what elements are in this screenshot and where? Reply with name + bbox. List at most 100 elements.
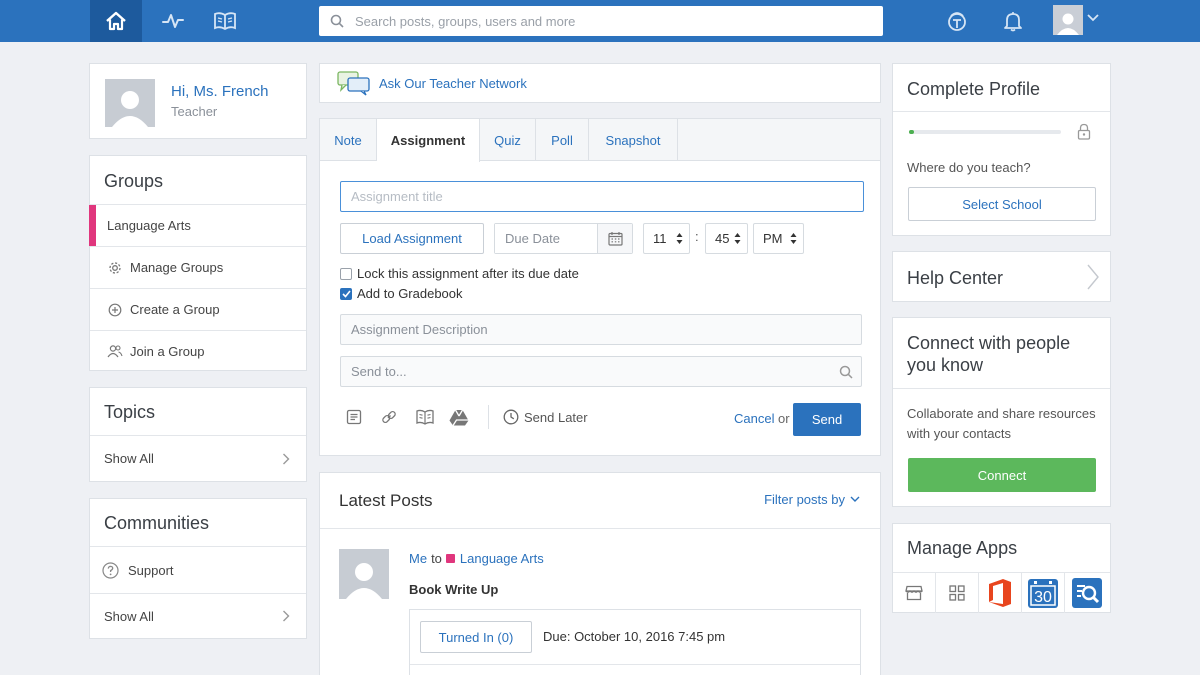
user-avatar-button[interactable] — [1053, 5, 1083, 35]
question-circle-icon — [101, 561, 119, 579]
create-group-label: Create a Group — [130, 302, 220, 317]
post-author-avatar[interactable] — [339, 549, 389, 599]
assignment-description-input[interactable] — [340, 314, 862, 345]
ampm-select[interactable]: PM — [753, 223, 804, 254]
post-author-link[interactable]: Me — [409, 551, 427, 566]
app-store-button[interactable] — [893, 573, 936, 613]
attach-link-button[interactable] — [381, 409, 397, 425]
lock-icon — [1077, 123, 1091, 140]
calendar-app-number: 30 — [1034, 589, 1052, 606]
connect-button[interactable]: Connect — [908, 458, 1096, 492]
notifications-button[interactable] — [988, 0, 1038, 42]
ask-teacher-network[interactable]: Ask Our Teacher Network — [319, 63, 881, 103]
tab-note[interactable]: Note — [320, 119, 377, 161]
or-separator: or — [778, 411, 790, 426]
post-title[interactable]: Book Write Up — [409, 582, 498, 597]
home-icon — [106, 11, 126, 31]
latest-posts-panel: Latest Posts Filter posts by Me to Langu… — [319, 472, 881, 675]
divider — [893, 388, 1110, 389]
lock-after-due-checkbox[interactable]: Lock this assignment after its due date — [340, 266, 579, 281]
search-input[interactable] — [355, 13, 855, 29]
load-assignment-button[interactable]: Load Assignment — [340, 223, 484, 254]
create-group-link[interactable]: Create a Group — [90, 288, 306, 330]
attach-library-button[interactable] — [416, 409, 434, 425]
home-nav-button[interactable] — [90, 0, 142, 42]
help-center-link[interactable]: Help Center — [892, 251, 1111, 302]
profile-avatar[interactable] — [105, 79, 155, 127]
groups-panel: Groups Language Arts Manage Groups Creat… — [89, 155, 307, 371]
send-to-input[interactable] — [341, 364, 821, 379]
latest-posts-title: Latest Posts — [339, 491, 433, 510]
activity-nav-button[interactable] — [148, 0, 198, 42]
add-to-gradebook-checkbox[interactable]: Add to Gradebook — [340, 286, 463, 301]
groups-title: Groups — [104, 171, 164, 191]
minute-select[interactable]: 45 — [705, 223, 748, 254]
link-icon — [382, 410, 396, 424]
send-later-label: Send Later — [524, 409, 588, 425]
communities-show-all[interactable]: Show All — [90, 593, 306, 638]
topics-panel: Topics Show All — [89, 387, 307, 482]
checkbox-checked[interactable] — [340, 287, 352, 300]
join-group-link[interactable]: Join a Group — [90, 330, 306, 371]
attach-drive-button[interactable] — [449, 409, 469, 426]
where-teach-question: Where do you teach? — [907, 160, 1031, 175]
topics-show-all-label: Show All — [104, 451, 154, 466]
tab-assignment[interactable]: Assignment — [377, 119, 480, 162]
due-date-field — [494, 223, 633, 254]
complete-profile-title: Complete Profile — [907, 79, 1041, 99]
manage-groups-link[interactable]: Manage Groups — [90, 246, 306, 288]
communities-panel: Communities Support Show All — [89, 498, 307, 639]
tab-poll[interactable]: Poll — [536, 119, 589, 161]
connect-people-panel: Connect with people you know Collaborate… — [892, 317, 1111, 507]
top-nav-bar — [0, 0, 1200, 42]
topics-show-all[interactable]: Show All — [90, 435, 306, 481]
community-item-label: Support — [128, 562, 174, 578]
community-item-support[interactable]: Support — [90, 546, 306, 593]
tab-quiz[interactable]: Quiz — [480, 119, 536, 161]
search-app-button[interactable] — [1065, 573, 1108, 613]
filter-posts-dropdown[interactable]: Filter posts by — [764, 492, 860, 507]
calendar-picker-button[interactable] — [597, 224, 632, 253]
group-item-language-arts[interactable]: Language Arts — [89, 204, 306, 246]
select-school-button[interactable]: Select School — [908, 187, 1096, 221]
composer-tabs: Note Assignment Quiz Poll Snapshot — [320, 119, 880, 162]
send-button[interactable]: Send — [793, 403, 861, 436]
cancel-link[interactable]: Cancel — [734, 411, 774, 426]
manage-groups-label: Manage Groups — [130, 260, 224, 275]
complete-profile-panel: Complete Profile Where do you teach? Sel… — [892, 63, 1111, 236]
global-search[interactable] — [319, 6, 883, 36]
bell-icon — [1004, 12, 1022, 32]
select-arrows-icon — [734, 233, 741, 244]
send-later-button[interactable]: Send Later — [503, 409, 588, 425]
attach-file-button[interactable] — [346, 409, 362, 425]
ampm-value: PM — [763, 231, 783, 246]
communities-title: Communities — [104, 513, 210, 533]
add-to-gradebook-label: Add to Gradebook — [357, 286, 463, 301]
clock-icon — [503, 409, 519, 425]
minute-value: 45 — [715, 231, 730, 246]
calendar-app-button[interactable]: 30 — [1022, 573, 1065, 613]
manage-apps-title: Manage Apps — [907, 538, 1018, 558]
avatar-placeholder-icon — [346, 563, 382, 599]
app-grid-button[interactable] — [936, 573, 979, 613]
account-menu-toggle[interactable] — [1087, 14, 1099, 22]
chat-bubbles-icon — [337, 71, 370, 96]
communities-show-all-label: Show All — [104, 608, 154, 624]
backpack-button[interactable] — [932, 0, 982, 42]
chevron-right-icon — [283, 453, 290, 464]
topics-title: Topics — [104, 402, 156, 422]
due-date-input[interactable] — [495, 224, 597, 253]
office-app-button[interactable] — [979, 573, 1022, 613]
connect-description: Collaborate and share resources with you… — [907, 406, 1096, 441]
hour-select[interactable]: 11 — [643, 223, 690, 254]
backpack-nav-button[interactable] — [200, 0, 250, 42]
post-group-link[interactable]: Language Arts — [460, 551, 544, 566]
profile-card: Hi, Ms. French Teacher — [89, 63, 307, 139]
checkbox-unchecked[interactable] — [340, 267, 352, 280]
turned-in-button[interactable]: Turned In (0) — [420, 621, 532, 653]
assignment-title-input[interactable] — [340, 181, 864, 212]
apps-row: 30 — [893, 572, 1110, 613]
ask-teacher-network-label: Ask Our Teacher Network — [379, 75, 527, 91]
tab-snapshot[interactable]: Snapshot — [589, 119, 678, 161]
greeting-link[interactable]: Hi, Ms. French — [171, 83, 269, 100]
